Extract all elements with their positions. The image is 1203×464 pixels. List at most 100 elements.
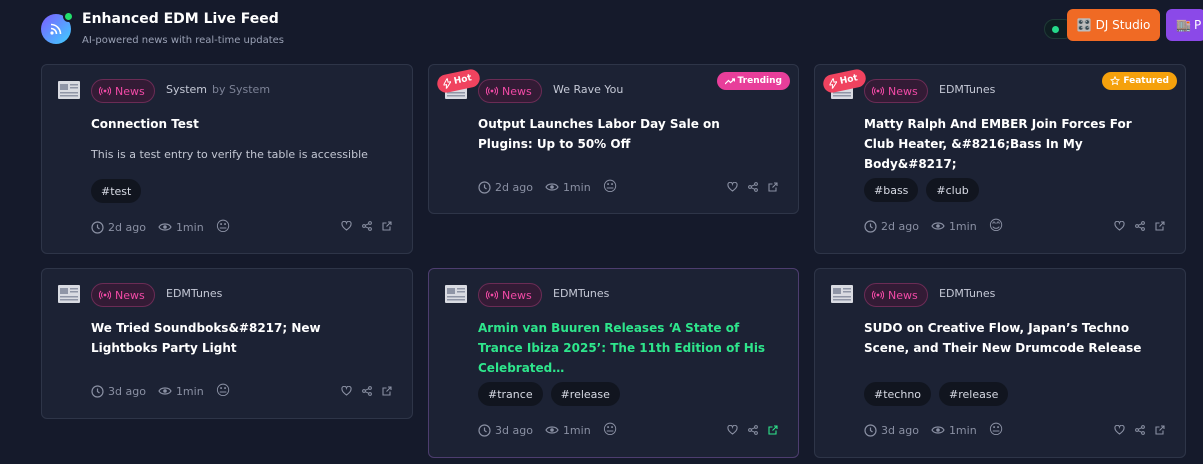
share-icon[interactable] <box>1135 425 1145 435</box>
purple-nav-label: P <box>1193 18 1202 32</box>
card-actions <box>341 221 392 231</box>
share-icon[interactable] <box>1135 221 1145 231</box>
article-meta: 3d ago 1min 😐 <box>91 383 230 399</box>
featured-label: Featured <box>1123 76 1169 86</box>
control-knobs-icon: 🎛️ <box>1076 18 1092 32</box>
tag-chip[interactable]: #release <box>939 382 1009 406</box>
newspaper-icon <box>58 81 80 99</box>
article-title[interactable]: Connection Test <box>91 114 391 134</box>
article-title[interactable]: Output Launches Labor Day Sale on Plugin… <box>478 114 778 154</box>
app-header: Enhanced EDM Live Feed AI-powered news w… <box>0 0 1203 56</box>
clock-icon <box>91 220 104 234</box>
lightning-icon <box>442 77 453 90</box>
tag-chip[interactable]: #release <box>550 382 620 406</box>
tag-list: #techno #release <box>864 382 1009 406</box>
source-name: We Rave You <box>553 83 624 96</box>
heart-icon[interactable] <box>1114 221 1125 231</box>
article-meta: 2d ago 1min 😐 <box>91 219 230 235</box>
broadcast-icon <box>486 290 498 300</box>
tag-chip[interactable]: #test <box>91 179 142 203</box>
byline: by System <box>212 83 271 96</box>
share-icon[interactable] <box>748 425 758 435</box>
page-title: Enhanced EDM Live Feed <box>82 11 279 27</box>
lightning-icon <box>828 77 839 90</box>
read-time: 1min <box>948 219 977 233</box>
live-indicator-dot <box>63 11 74 22</box>
article-title[interactable]: We Tried Soundboks&#8217; New Lightboks … <box>91 318 391 358</box>
tag-list: #test <box>91 179 142 203</box>
rss-icon <box>41 11 74 44</box>
news-card[interactable]: News EDMTunes We Tried Soundboks&#8217; … <box>41 268 413 419</box>
news-card[interactable]: Hot Trending News We Rave You Output Lau… <box>428 64 799 214</box>
card-actions <box>1114 221 1165 231</box>
tag-list: #bass #club <box>864 178 979 202</box>
toggle-knob <box>1052 26 1059 33</box>
news-category-badge: News <box>478 283 542 307</box>
source-name: EDMTunes <box>939 287 996 300</box>
card-actions <box>1114 425 1165 435</box>
hot-label: Hot <box>453 73 473 87</box>
newspaper-icon <box>445 285 467 303</box>
external-link-icon[interactable] <box>768 182 778 192</box>
share-icon[interactable] <box>748 182 758 192</box>
tag-chip[interactable]: #trance <box>478 382 543 406</box>
news-category-badge: News <box>864 79 928 103</box>
news-badge-label: News <box>888 288 918 302</box>
source-name: EDMTunes <box>939 83 996 96</box>
tag-chip[interactable]: #bass <box>864 178 919 202</box>
trending-label: Trending <box>737 76 782 86</box>
featured-badge: Featured <box>1102 72 1177 90</box>
tag-chip[interactable]: #club <box>926 178 979 202</box>
eye-icon <box>931 222 945 230</box>
sentiment-emoji: 😊 <box>988 218 1004 234</box>
eye-icon <box>158 387 172 395</box>
share-icon[interactable] <box>362 221 372 231</box>
external-link-icon[interactable] <box>768 425 778 435</box>
trending-up-icon <box>724 77 735 84</box>
source-name: EDMTunes <box>166 287 223 300</box>
article-title[interactable]: Matty Ralph And EMBER Join Forces For Cl… <box>864 114 1164 174</box>
eye-icon <box>545 426 559 434</box>
heart-icon[interactable] <box>1114 425 1125 435</box>
dj-studio-button[interactable]: 🎛️ DJ Studio <box>1067 9 1160 41</box>
heart-icon[interactable] <box>341 386 352 396</box>
article-title[interactable]: Armin van Buuren Releases ‘A State of Tr… <box>478 318 778 378</box>
newspaper-icon <box>58 285 80 303</box>
card-actions <box>341 386 392 396</box>
read-time: 1min <box>175 384 204 398</box>
dj-studio-label: DJ Studio <box>1095 18 1151 32</box>
external-link-icon[interactable] <box>382 221 392 231</box>
hot-label: Hot <box>839 73 859 87</box>
time-ago: 3d ago <box>108 384 146 398</box>
sentiment-emoji: 😐 <box>602 422 618 438</box>
external-link-icon[interactable] <box>1155 221 1165 231</box>
article-meta: 2d ago 1min 😊 <box>864 218 1003 234</box>
external-link-icon[interactable] <box>1155 425 1165 435</box>
share-icon[interactable] <box>362 386 372 396</box>
card-actions <box>727 182 778 192</box>
sentiment-emoji: 😐 <box>602 179 618 195</box>
news-card[interactable]: News EDMTunes Armin van Buuren Releases … <box>428 268 799 458</box>
heart-icon[interactable] <box>341 221 352 231</box>
clock-icon <box>478 423 491 437</box>
eye-icon <box>931 426 945 434</box>
read-time: 1min <box>562 423 591 437</box>
heart-icon[interactable] <box>727 182 738 192</box>
news-card[interactable]: Hot Featured News EDMTunes Matty Ralph A… <box>814 64 1186 254</box>
article-description: This is a test entry to verify the table… <box>91 148 368 161</box>
time-ago: 2d ago <box>108 220 146 234</box>
time-ago: 2d ago <box>495 180 533 194</box>
eye-icon <box>545 183 559 191</box>
news-category-badge: News <box>91 283 155 307</box>
clock-icon <box>478 180 491 194</box>
heart-icon[interactable] <box>727 425 738 435</box>
tag-chip[interactable]: #techno <box>864 382 932 406</box>
article-title[interactable]: SUDO on Creative Flow, Japan’s Techno Sc… <box>864 318 1164 358</box>
news-card[interactable]: News System by System Connection Test Thi… <box>41 64 413 254</box>
sentiment-emoji: 😐 <box>215 219 231 235</box>
page-subtitle: AI-powered news with real-time updates <box>82 35 284 46</box>
external-link-icon[interactable] <box>382 386 392 396</box>
purple-nav-button[interactable]: 🏬 P <box>1166 9 1203 41</box>
news-badge-label: News <box>502 288 532 302</box>
news-card[interactable]: News EDMTunes SUDO on Creative Flow, Jap… <box>814 268 1186 458</box>
